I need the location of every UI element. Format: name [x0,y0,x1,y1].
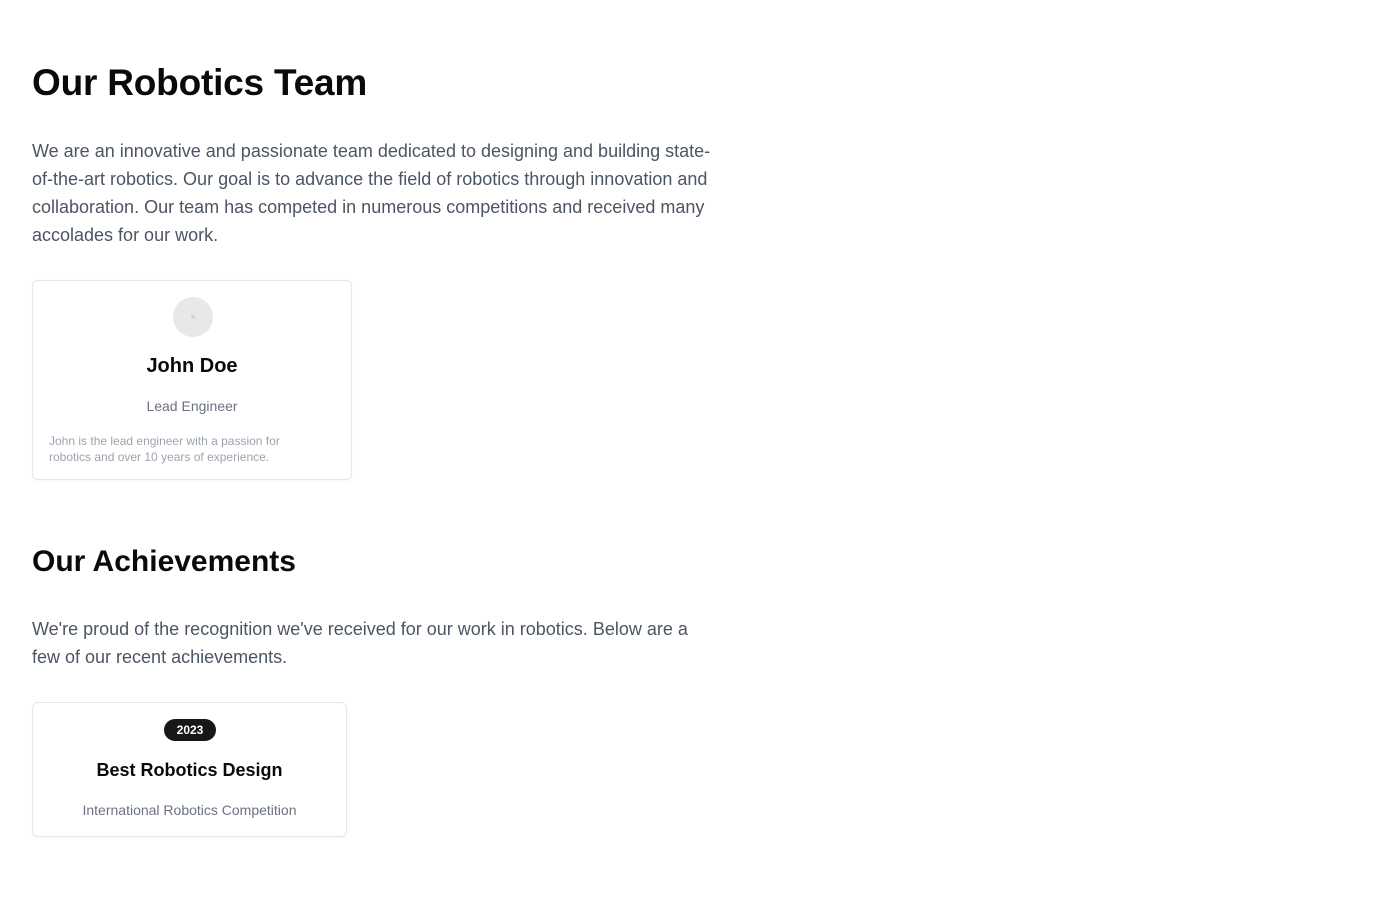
member-bio: John is the lead engineer with a passion… [49,434,280,464]
achievement-card: 2023 Best Robotics Design International … [32,702,347,837]
team-member-card: John Doe Lead Engineer John is the lead … [32,280,352,480]
team-section-description: We are an innovative and passionate team… [32,141,711,245]
avatar-placeholder-icon [191,315,195,319]
team-section-title: Our Robotics Team [32,62,368,103]
achievements-section-title: Our Achievements [32,545,296,578]
achievement-title: Best Robotics Design [96,760,283,780]
achievement-event: International Robotics Competition [82,802,297,818]
member-name: John Doe [146,355,238,377]
year-badge: 2023 [164,719,216,741]
member-role: Lead Engineer [146,398,238,414]
avatar [173,297,213,337]
achievements-section-description: We're proud of the recognition we've rec… [32,619,688,667]
